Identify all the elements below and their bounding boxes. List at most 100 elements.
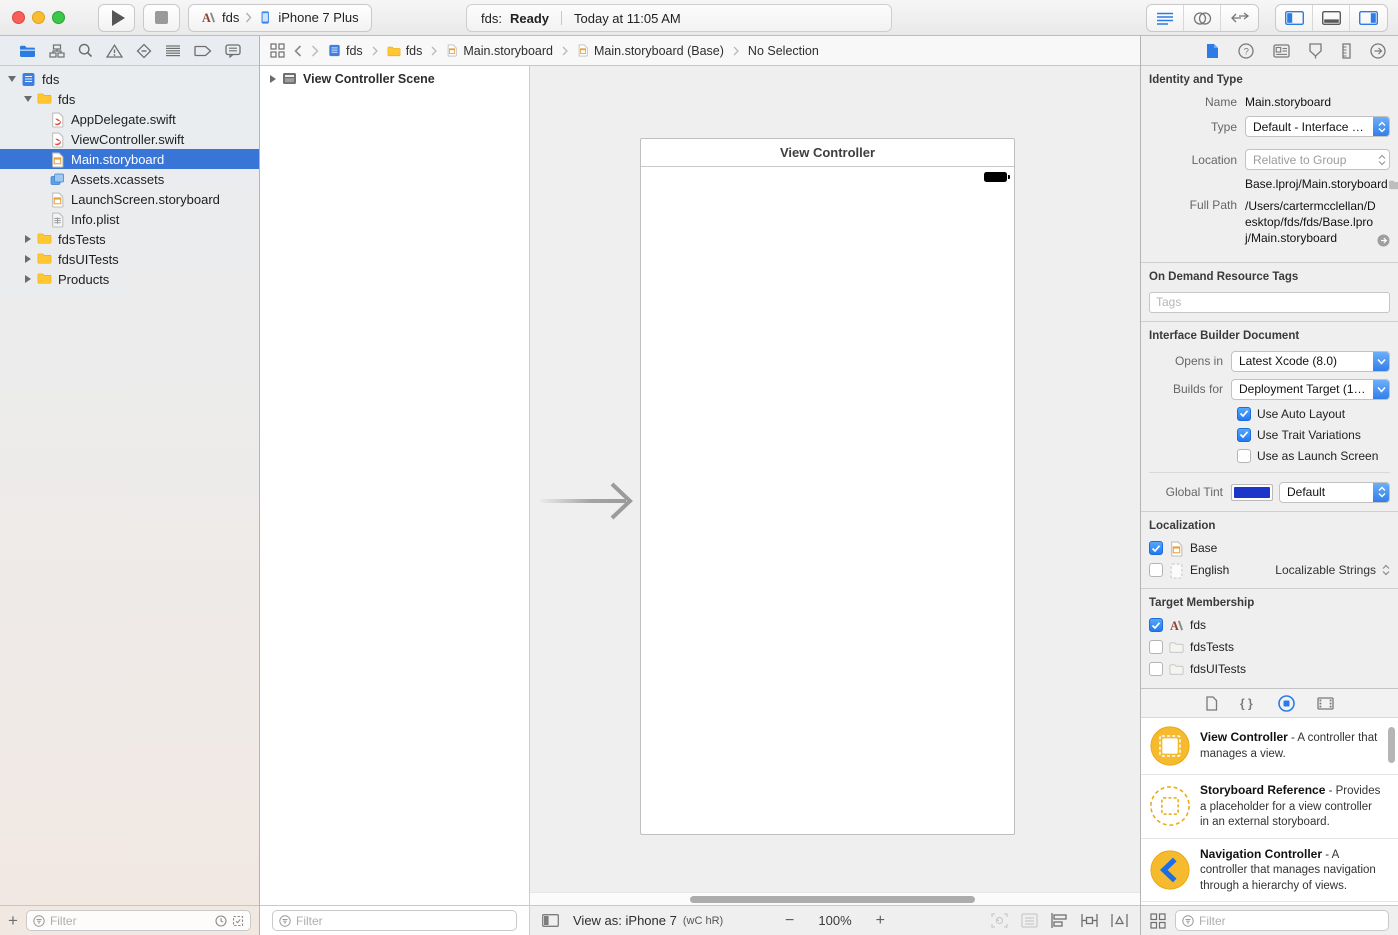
recent-files-icon[interactable] <box>215 915 227 927</box>
size-inspector-tab[interactable] <box>1342 43 1351 59</box>
tree-row-file[interactable]: Assets.xcassets <box>0 169 259 189</box>
toggle-navigator-button[interactable] <box>1276 5 1313 31</box>
checkbox-checked-icon[interactable] <box>1149 618 1163 632</box>
scheme-selector[interactable]: A fds iPhone 7 Plus <box>188 4 372 32</box>
symbol-navigator-tab[interactable] <box>49 44 65 58</box>
opens-in-popup[interactable]: Latest Xcode (8.0) <box>1231 351 1390 372</box>
disclosure-closed-icon[interactable] <box>22 255 34 263</box>
add-button[interactable]: + <box>8 912 18 929</box>
breakpoint-navigator-tab[interactable] <box>194 45 212 57</box>
global-tint-color-well[interactable] <box>1231 484 1273 501</box>
localization-english-row[interactable]: English Localizable Strings <box>1149 563 1390 578</box>
file-template-library-tab[interactable] <box>1205 696 1218 711</box>
breadcrumb-file[interactable]: Main.storyboard <box>446 44 553 58</box>
tree-row-group[interactable]: fdsTests <box>0 229 259 249</box>
checkbox-unchecked-icon[interactable] <box>1237 449 1251 463</box>
goto-arrow-icon[interactable] <box>1377 234 1390 247</box>
breadcrumb-project[interactable]: fds <box>328 44 363 58</box>
tree-row-group[interactable]: Products <box>0 269 259 289</box>
outline-filter-input[interactable] <box>296 914 510 928</box>
tree-row-file[interactable]: Info.plist <box>0 209 259 229</box>
version-editor-button[interactable] <box>1221 5 1258 31</box>
zoom-out-button[interactable]: − <box>785 912 794 930</box>
type-popup[interactable]: Default - Interface Builder... <box>1245 116 1390 137</box>
issue-navigator-tab[interactable] <box>106 44 123 58</box>
resolve-auto-layout-icon[interactable] <box>1111 913 1128 928</box>
media-library-tab[interactable] <box>1317 697 1334 710</box>
update-frames-icon[interactable] <box>991 913 1008 928</box>
tree-row-file-selected[interactable]: Main.storyboard <box>0 149 259 169</box>
localization-base-row[interactable]: Base <box>1149 541 1390 556</box>
standard-editor-button[interactable] <box>1147 5 1184 31</box>
tree-row-file[interactable]: ViewController.swift <box>0 129 259 149</box>
run-button[interactable] <box>98 4 135 32</box>
back-button[interactable] <box>294 45 302 57</box>
target-row-fdstests[interactable]: fdsTests <box>1149 640 1390 655</box>
checkbox-checked-icon[interactable] <box>1149 541 1163 555</box>
open-folder-icon[interactable] <box>1388 179 1398 190</box>
checkbox-unchecked-icon[interactable] <box>1149 563 1163 577</box>
stepper-icon[interactable] <box>1382 564 1390 576</box>
horizontal-scrollbar-thumb[interactable] <box>690 896 975 903</box>
view-as-label[interactable]: View as: iPhone 7 <box>573 913 677 928</box>
stop-button[interactable] <box>143 4 180 32</box>
object-library-tab[interactable] <box>1278 695 1295 712</box>
initial-view-controller-arrow[interactable] <box>540 478 640 524</box>
navigator-filter-field[interactable] <box>26 910 251 931</box>
tree-row-file[interactable]: LaunchScreen.storyboard <box>0 189 259 209</box>
view-controller-frame[interactable]: View Controller <box>640 138 1015 835</box>
library-item-view-controller[interactable]: View Controller - A controller that mana… <box>1141 718 1398 775</box>
tree-row-group[interactable]: fds <box>0 89 259 109</box>
horizontal-scrollbar-track[interactable] <box>530 892 1140 905</box>
pin-icon[interactable] <box>1081 913 1098 928</box>
connections-inspector-tab[interactable] <box>1370 43 1386 59</box>
toggle-inspector-button[interactable] <box>1350 5 1387 31</box>
tree-row-group[interactable]: fdsUITests <box>0 249 259 269</box>
tree-row-file[interactable]: AppDelegate.swift <box>0 109 259 129</box>
embed-in-stack-icon[interactable] <box>1021 913 1038 928</box>
toggle-document-outline-icon[interactable] <box>542 914 559 927</box>
file-inspector-tab[interactable] <box>1205 43 1219 59</box>
location-popup[interactable]: Relative to Group <box>1245 149 1390 170</box>
tree-row-project[interactable]: fds <box>0 69 259 89</box>
global-tint-popup[interactable]: Default <box>1279 482 1390 503</box>
assistant-editor-button[interactable] <box>1184 5 1221 31</box>
breadcrumb-group[interactable]: fds <box>387 44 423 58</box>
library-item-navigation-controller[interactable]: Navigation Controller - A controller tha… <box>1141 839 1398 903</box>
disclosure-closed-icon[interactable] <box>22 275 34 283</box>
english-file-type-value[interactable]: Localizable Strings <box>1275 563 1376 577</box>
minimize-window-button[interactable] <box>32 11 45 24</box>
find-navigator-tab[interactable] <box>78 43 93 58</box>
checkbox-checked-icon[interactable] <box>1237 428 1251 442</box>
breadcrumb-base-file[interactable]: Main.storyboard (Base) <box>577 44 724 58</box>
canvas-area[interactable]: View Controller <box>530 66 1140 905</box>
zoom-level-label[interactable]: 100% <box>818 913 851 928</box>
zoom-window-button[interactable] <box>52 11 65 24</box>
related-items-icon[interactable] <box>270 43 285 58</box>
target-row-fds[interactable]: A fds <box>1149 618 1390 633</box>
checkbox-unchecked-icon[interactable] <box>1149 662 1163 676</box>
test-navigator-tab[interactable] <box>136 43 152 59</box>
debug-navigator-tab[interactable] <box>165 44 181 57</box>
library-grid-view-icon[interactable] <box>1150 913 1166 929</box>
quick-help-inspector-tab[interactable]: ? <box>1238 43 1254 59</box>
zoom-in-button[interactable]: + <box>876 912 885 930</box>
close-window-button[interactable] <box>12 11 25 24</box>
checkbox-unchecked-icon[interactable] <box>1149 640 1163 654</box>
code-snippet-library-tab[interactable]: { } <box>1240 696 1256 710</box>
align-icon[interactable] <box>1051 913 1068 928</box>
unsaved-files-icon[interactable] <box>232 915 244 927</box>
library-scrollbar-thumb[interactable] <box>1388 727 1395 763</box>
navigator-filter-input[interactable] <box>50 914 210 928</box>
view-controller-scene-row[interactable]: View Controller Scene <box>260 66 529 91</box>
view-controller-titlebar[interactable]: View Controller <box>641 139 1014 167</box>
outline-filter-field[interactable] <box>272 910 517 931</box>
disclosure-closed-icon[interactable] <box>22 235 34 243</box>
forward-button[interactable] <box>311 45 319 57</box>
use-as-launch-screen-row[interactable]: Use as Launch Screen <box>1237 449 1390 463</box>
toggle-debug-area-button[interactable] <box>1313 5 1350 31</box>
attributes-inspector-tab[interactable] <box>1308 43 1323 59</box>
breadcrumb-selection[interactable]: No Selection <box>748 44 819 58</box>
project-navigator-tab[interactable] <box>19 44 36 58</box>
use-auto-layout-row[interactable]: Use Auto Layout <box>1237 407 1390 421</box>
